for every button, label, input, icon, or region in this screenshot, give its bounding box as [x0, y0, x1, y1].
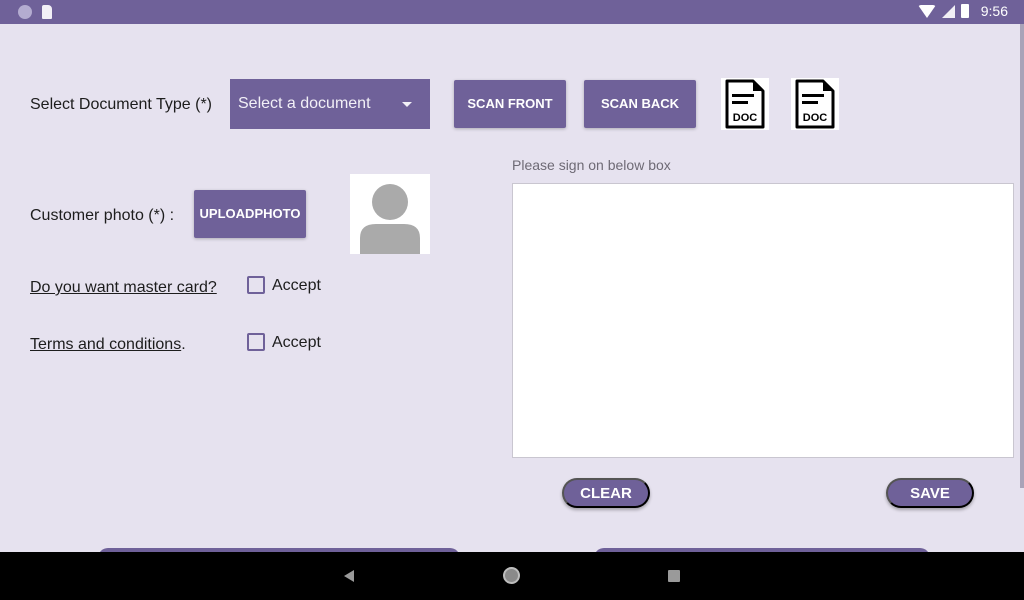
terms-and-conditions-link[interactable]: Terms and conditions — [30, 336, 181, 353]
chevron-down-icon — [402, 102, 412, 107]
doc-icon-text: DOC — [803, 112, 828, 124]
scrollbar[interactable] — [1020, 24, 1024, 488]
upload-photo-label-line2: PHOTO — [254, 206, 301, 221]
terms-row-label: Terms and conditions. — [30, 336, 186, 354]
back-icon[interactable] — [344, 570, 354, 582]
terms-accept-checkbox[interactable] — [247, 333, 265, 351]
document-type-dropdown[interactable]: Select a document — [230, 79, 430, 129]
terms-suffix: . — [181, 336, 186, 353]
status-bar: 9:56 — [0, 0, 1024, 24]
upload-photo-label-line1: UPLOAD — [199, 206, 255, 221]
dropdown-selected-value: Select a document — [238, 95, 371, 112]
terms-accept-label[interactable]: Accept — [272, 334, 321, 352]
sd-card-icon — [42, 5, 52, 19]
home-icon[interactable] — [503, 567, 520, 584]
document-type-label: Select Document Type (*) — [30, 96, 213, 113]
status-time: 9:56 — [980, 3, 1008, 19]
customer-photo-placeholder — [350, 174, 430, 254]
battery-icon — [960, 4, 969, 18]
system-nav-bar — [0, 552, 1024, 600]
save-signature-button[interactable]: SAVE — [886, 478, 974, 508]
recent-apps-icon[interactable] — [668, 570, 680, 582]
person-avatar-icon — [360, 184, 420, 254]
upload-photo-button[interactable]: UPLOAD PHOTO — [194, 190, 306, 238]
signature-hint: Please sign on below box — [512, 157, 671, 173]
master-card-accept-checkbox[interactable] — [247, 276, 265, 294]
front-document-icon[interactable]: DOC — [721, 78, 769, 130]
clear-signature-button[interactable]: CLEAR — [562, 478, 650, 508]
signature-pad[interactable] — [512, 183, 1014, 458]
back-document-icon[interactable]: DOC — [791, 78, 839, 130]
notification-dot-icon — [18, 5, 32, 19]
master-card-accept-label[interactable]: Accept — [272, 277, 321, 295]
doc-icon-text: DOC — [733, 112, 758, 124]
scan-front-button[interactable]: SCAN FRONT — [454, 80, 566, 128]
cell-signal-icon — [941, 4, 955, 18]
customer-photo-label: Customer photo (*) : — [30, 207, 175, 224]
wifi-icon — [917, 4, 936, 18]
master-card-question-link[interactable]: Do you want master card? — [30, 279, 217, 297]
scan-back-button[interactable]: SCAN BACK — [584, 80, 696, 128]
